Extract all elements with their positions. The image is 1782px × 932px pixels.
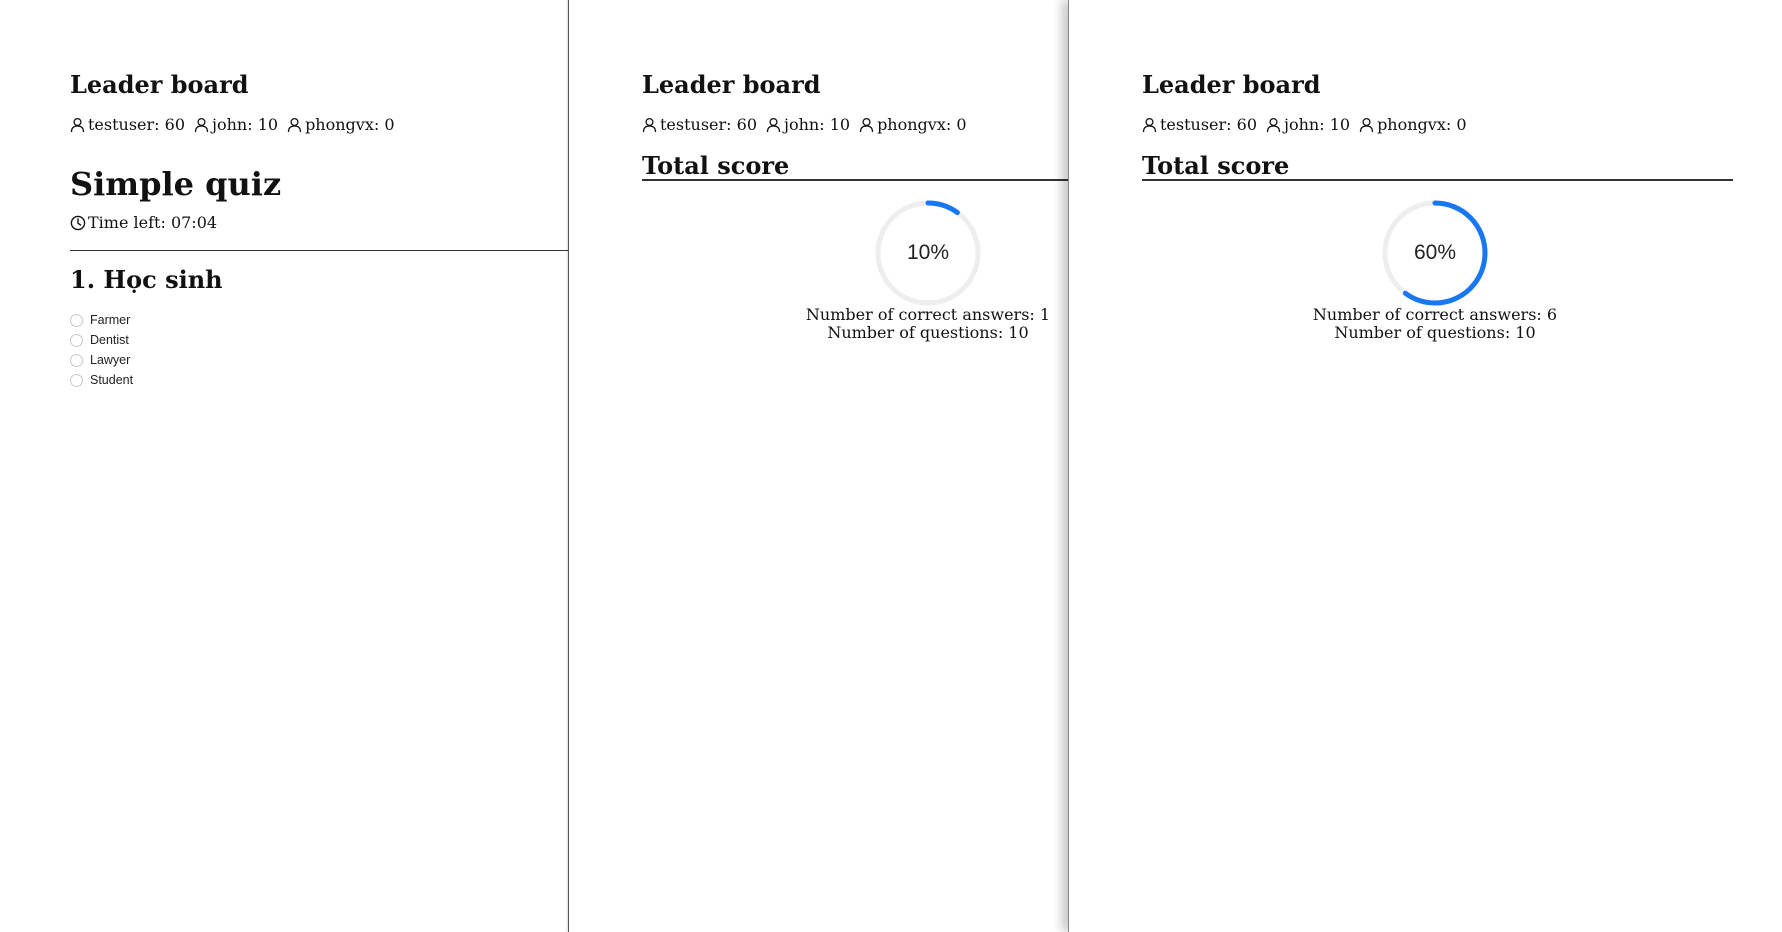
leaderboard-list: testuser 60 john 10 phongvx 0 xyxy=(642,115,976,135)
leaderboard-user-name: testuser xyxy=(660,115,737,135)
leaderboard-user-score: 0 xyxy=(384,115,395,134)
answer-option[interactable]: Farmer xyxy=(70,310,133,330)
questions-line: Number of questions10 xyxy=(778,323,1078,342)
quiz-title: Simple quiz xyxy=(70,165,282,203)
score-gauge: 60 xyxy=(1380,198,1490,308)
questions-value: 10 xyxy=(1515,323,1536,342)
leaderboard-entry: john 10 xyxy=(194,115,278,135)
question-text: Học sinh xyxy=(103,265,223,294)
score-stats: Number of correct answers6 Number of que… xyxy=(1285,305,1585,342)
leaderboard-title: Leader board xyxy=(642,70,821,99)
quiz-panel: Leader board testuser 60 john 10 phongvx… xyxy=(0,0,568,932)
leaderboard-entry: phongvx 0 xyxy=(1359,115,1467,135)
leaderboard-entry: testuser 60 xyxy=(642,115,757,135)
answer-option[interactable]: Lawyer xyxy=(70,350,133,370)
leaderboard-entry: john 10 xyxy=(1266,115,1350,135)
questions-line: Number of questions10 xyxy=(1285,323,1585,342)
correct-answers-value: 6 xyxy=(1546,305,1558,324)
option-label[interactable]: Dentist xyxy=(90,333,129,347)
total-score-title: Total score xyxy=(642,151,790,180)
user-icon xyxy=(1359,117,1374,133)
result-panel: Leader board testuser 60 john 10 phongvx… xyxy=(568,0,1069,932)
leaderboard-user-score: 10 xyxy=(1329,115,1351,134)
clock-icon xyxy=(70,215,86,231)
correct-answers-label: Number of correct answers xyxy=(806,305,1040,324)
leaderboard-user-score: 60 xyxy=(736,115,758,134)
option-label[interactable]: Student xyxy=(90,373,133,387)
user-icon xyxy=(70,117,85,133)
leaderboard-title: Leader board xyxy=(1142,70,1321,99)
leaderboard-entry: testuser 60 xyxy=(70,115,185,135)
leaderboard-user-name: phongvx xyxy=(305,115,384,135)
leaderboard-entry: phongvx 0 xyxy=(859,115,967,135)
correct-answers-line: Number of correct answers6 xyxy=(1285,305,1585,324)
leaderboard-user-score: 60 xyxy=(164,115,186,134)
leaderboard-user-name: john xyxy=(1284,115,1330,135)
answer-option[interactable]: Dentist xyxy=(70,330,133,350)
user-icon xyxy=(642,117,657,133)
questions-label: Number of questions xyxy=(827,323,1008,342)
timer-label: Time left xyxy=(88,213,171,233)
divider xyxy=(70,250,568,251)
correct-answers-value: 1 xyxy=(1039,305,1051,324)
answer-options: Farmer Dentist Lawyer Student xyxy=(70,310,133,390)
score-stats: Number of correct answers1 Number of que… xyxy=(778,305,1078,342)
user-icon xyxy=(1266,117,1281,133)
user-icon xyxy=(287,117,302,133)
timer-value: 07:04 xyxy=(170,213,218,232)
divider xyxy=(1142,179,1733,181)
score-percent: 10 xyxy=(873,198,983,308)
user-icon xyxy=(1142,117,1157,133)
leaderboard-user-score: 0 xyxy=(1456,115,1467,134)
leaderboard-list: testuser 60 john 10 phongvx 0 xyxy=(1142,115,1476,135)
result-panel: Leader board testuser 60 john 10 phongvx… xyxy=(1068,0,1782,932)
option-radio[interactable] xyxy=(70,373,83,387)
divider xyxy=(642,179,1069,181)
user-icon xyxy=(859,117,874,133)
leaderboard-entry: john 10 xyxy=(766,115,850,135)
correct-answers-line: Number of correct answers1 xyxy=(778,305,1078,324)
leaderboard-entry: phongvx 0 xyxy=(287,115,395,135)
option-radio[interactable] xyxy=(70,313,83,327)
leaderboard-user-name: phongvx xyxy=(1377,115,1456,135)
leaderboard-entry: testuser 60 xyxy=(1142,115,1257,135)
leaderboard-user-name: testuser xyxy=(88,115,165,135)
leaderboard-user-score: 10 xyxy=(257,115,279,134)
question-title: 1Học sinh xyxy=(70,265,223,295)
leaderboard-user-name: phongvx xyxy=(877,115,956,135)
leaderboard-list: testuser 60 john 10 phongvx 0 xyxy=(70,115,404,135)
leaderboard-user-score: 0 xyxy=(956,115,967,134)
score-gauge: 10 xyxy=(873,198,983,308)
option-radio[interactable] xyxy=(70,353,83,367)
leaderboard-title: Leader board xyxy=(70,70,249,99)
leaderboard-user-name: john xyxy=(212,115,258,135)
answer-option[interactable]: Student xyxy=(70,370,133,390)
user-icon xyxy=(194,117,209,133)
leaderboard-user-score: 10 xyxy=(829,115,851,134)
leaderboard-user-name: testuser xyxy=(1160,115,1237,135)
option-label[interactable]: Farmer xyxy=(90,313,130,327)
questions-value: 10 xyxy=(1008,323,1029,342)
question-number: 1 xyxy=(70,265,103,294)
leaderboard-user-name: john xyxy=(784,115,830,135)
option-label[interactable]: Lawyer xyxy=(90,353,130,367)
user-icon xyxy=(766,117,781,133)
score-percent: 60 xyxy=(1380,198,1490,308)
questions-label: Number of questions xyxy=(1334,323,1515,342)
leaderboard-user-score: 60 xyxy=(1236,115,1258,134)
total-score-title: Total score xyxy=(1142,151,1290,180)
timer: Time left 07:04 xyxy=(70,213,217,233)
option-radio[interactable] xyxy=(70,333,83,347)
correct-answers-label: Number of correct answers xyxy=(1313,305,1547,324)
